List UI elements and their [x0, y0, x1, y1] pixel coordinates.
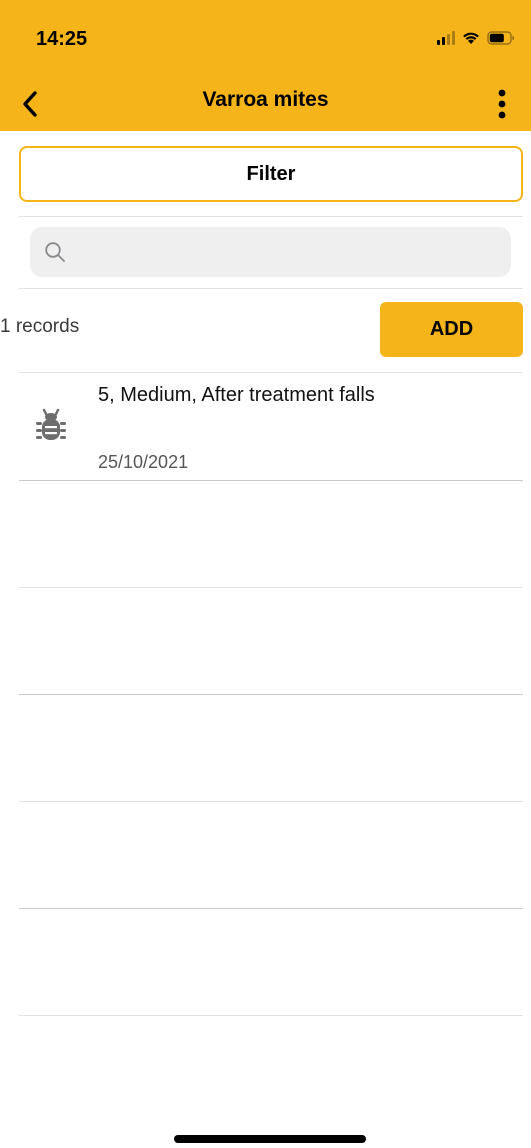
more-options-button[interactable]: [487, 86, 517, 122]
battery-icon: [487, 30, 514, 45]
divider: [19, 908, 523, 909]
divider: [19, 480, 523, 481]
divider: [19, 216, 523, 217]
records-count: 1 records: [0, 316, 80, 337]
divider: [19, 372, 523, 373]
search-icon: [45, 242, 65, 262]
bug-icon: [36, 408, 66, 440]
signal-icon: [437, 30, 455, 45]
app-header: 14:25 Varroa mites: [0, 0, 531, 131]
divider: [19, 694, 523, 695]
record-date: 25/10/2021: [98, 452, 189, 472]
status-time: 14:25: [36, 28, 88, 50]
home-indicator[interactable]: [174, 1135, 366, 1143]
list-item[interactable]: 5, Medium, After treatment falls 25/10/2…: [19, 374, 523, 480]
wifi-icon: [463, 32, 479, 44]
divider: [19, 587, 523, 588]
record-title: 5, Medium, After treatment falls: [98, 384, 375, 406]
add-button[interactable]: ADD: [380, 302, 523, 357]
more-vertical-icon: [498, 89, 506, 119]
divider: [19, 288, 523, 289]
filter-button[interactable]: Filter: [19, 146, 523, 202]
page-title: Varroa mites: [202, 88, 329, 111]
divider: [19, 1015, 523, 1016]
search-input[interactable]: [74, 227, 511, 277]
status-icons: [437, 30, 515, 45]
divider: [19, 801, 523, 802]
search-box[interactable]: [30, 227, 511, 277]
